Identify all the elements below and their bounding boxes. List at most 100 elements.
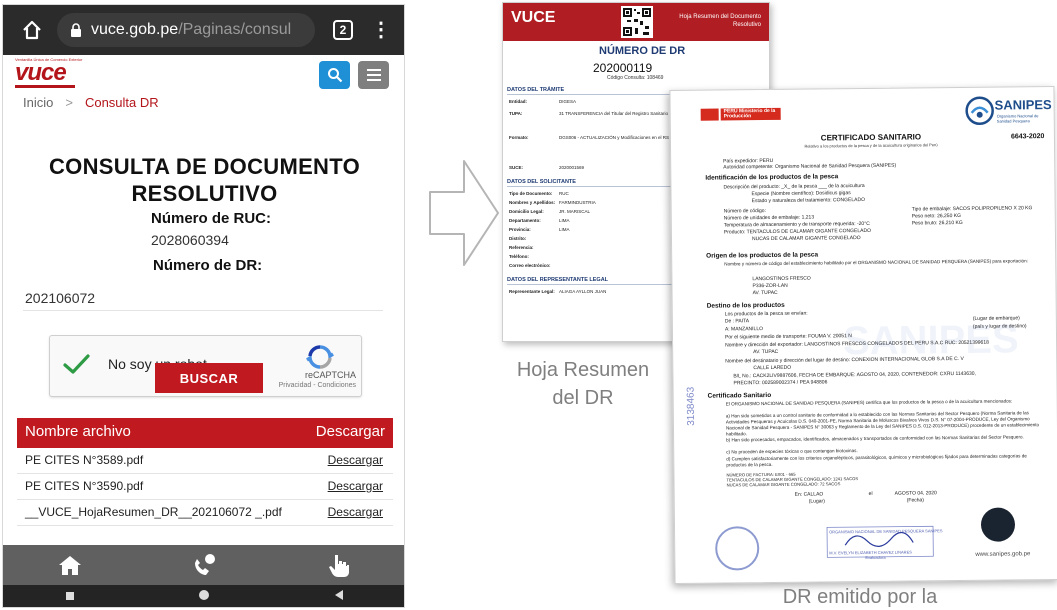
url-bar[interactable]: vuce.gob.pe /Paginas/consul <box>57 13 315 47</box>
fecha: AGOSTO 04, 2020 <box>894 490 937 497</box>
kv-label: Entidad: <box>509 99 527 104</box>
nucas: NUCAS DE CALAMAR GIGANTE CONGELADO: 72 S… <box>726 481 841 488</box>
autoridad: Autoridad competente: Organismo Nacional… <box>723 162 897 171</box>
kv-value: LIMA <box>559 218 570 223</box>
ruc-label: Número de RUC: <box>151 210 272 227</box>
buscar-button[interactable]: BUSCAR <box>155 363 263 393</box>
kv-label: Referencia: <box>509 245 534 250</box>
sanipes-seal-icon <box>980 507 1016 542</box>
kv-value: JR. MARISCAL <box>559 209 591 214</box>
logo-word: vuce <box>15 59 67 86</box>
url-host: vuce.gob.pe <box>91 21 179 38</box>
page-title-line2: RESOLUTIVO <box>131 181 278 206</box>
especie: Especie (Nombre científico): Dosidicus g… <box>751 190 851 198</box>
origen-text: Nombre y número de código del establecim… <box>724 258 1028 267</box>
kv-value: DGS006 - ACTUALIZACIÓN y Modificaciones … <box>559 135 670 140</box>
home-circle-icon[interactable] <box>198 588 210 606</box>
origen-code: P336-ZOR-LAN <box>752 282 788 290</box>
origen-est: LANGOSTINOS FRESCO <box>752 275 811 283</box>
caption-line2: del DR <box>552 387 614 409</box>
hand-pointer-icon[interactable] <box>326 553 352 577</box>
producto2: NUCAS DE CALAMAR GIGANTE CONGELADO <box>751 235 861 243</box>
checkmark-icon[interactable] <box>60 348 92 380</box>
section-3-title: Destino de los productos <box>706 301 785 310</box>
numero-dr-label: NÚMERO DE DR <box>599 45 686 57</box>
caption-hoja-resumen: Hoja Resumen del DR <box>493 356 673 412</box>
cert-subtitle: Relativo a los productos de la pesca y d… <box>804 142 938 149</box>
num-codigo: Número de código: <box>723 208 766 215</box>
side-stamp: 3138463 <box>685 386 697 426</box>
caption-line1: Hoja Resumen <box>516 359 650 381</box>
kv-departamento: Departamento: LIMA <box>509 218 570 223</box>
destino-env: Los productos de la pesca se envían: <box>724 310 808 318</box>
kv-tupa: TUPA: 31 TRANSFERENCIA del Titular del Re… <box>509 111 668 116</box>
android-system-bar <box>3 585 404 607</box>
recents-icon[interactable] <box>65 588 75 606</box>
destino-a: A: MANZANILLO <box>724 326 764 333</box>
tab-count-button[interactable]: 2 <box>333 20 353 40</box>
table-row: PE CITES N°3589.pdf Descargar <box>17 448 393 474</box>
section-1-title: Identificación de los productos de la pe… <box>705 173 839 182</box>
download-link[interactable]: Descargar <box>328 479 383 493</box>
recaptcha-logo-icon <box>304 344 336 370</box>
bl-number: B/L No.: CACK2LIV9887606, FECHA DE EMBAR… <box>733 370 976 380</box>
breadcrumb-current[interactable]: Consulta DR <box>85 95 159 110</box>
caption-certificado: DR emitido por la <box>782 586 938 608</box>
files-table-header: Nombre archivo Descargar <box>17 418 393 448</box>
cert-number: 6643-2020 <box>1010 133 1045 141</box>
col-nombre-archivo: Nombre archivo <box>25 423 131 440</box>
section-4-title: Certificado Sanitario <box>707 391 772 400</box>
kv-value: FARMINDUSTRIA <box>559 200 596 205</box>
ruc-input[interactable]: 2028060394 <box>151 232 229 248</box>
num-unidades: Número de unidades de embalaje: 1,213 <box>723 214 815 222</box>
overflow-menu-icon[interactable]: ⋮ <box>371 20 391 40</box>
estado: Estado y naturaleza del tratamiento: CON… <box>751 196 866 205</box>
home-icon[interactable] <box>57 553 83 577</box>
fecha-caption: (Fecha) <box>906 497 925 504</box>
kv-suce: SUCE: 2020001569 <box>509 165 584 170</box>
file-name: PE CITES N°3589.pdf <box>25 453 144 467</box>
vuce-logo[interactable]: Ventanilla Única de Comercio Exterior vu… <box>15 57 95 91</box>
kv-value: RUC <box>559 191 569 196</box>
phone-screenshot: vuce.gob.pe /Paginas/consul 2 ⋮ Ventanil… <box>2 4 405 608</box>
kv-label: Domicilio Legal: <box>509 209 544 214</box>
tipo-embalaje: Tipo de embalaje: SACOS POLIPROPILENO X … <box>911 205 1033 213</box>
kv-value: ALIAGA AYLLON JUAN <box>559 289 607 294</box>
back-icon[interactable] <box>334 588 344 606</box>
peso-bruto: Peso bruto: 26,210 KG <box>911 219 963 227</box>
peru-flag-icon <box>700 108 719 121</box>
file-name: __VUCE_HojaResumen_DR__202106072 _.pdf <box>25 505 282 519</box>
download-link[interactable]: Descargar <box>328 453 383 467</box>
menu-button[interactable] <box>358 61 389 89</box>
kv-representante: Representante Legal: ALIAGA AYLLON JUAN <box>509 289 606 294</box>
kv-correo: Correo electrónico: <box>509 263 559 268</box>
breadcrumb: Inicio > Consulta DR <box>23 95 159 110</box>
col-descargar: Descargar <box>315 423 385 440</box>
kv-distrito: Distrito: <box>509 236 559 241</box>
table-row: __VUCE_HojaResumen_DR__202106072 _.pdf D… <box>17 500 393 526</box>
home-icon[interactable] <box>19 17 45 43</box>
search-button[interactable] <box>319 61 350 89</box>
peso-neto: Peso neto: 26,250 KG <box>911 212 961 220</box>
qr-code-icon <box>621 6 653 38</box>
dr-input[interactable]: 202106072 <box>23 285 383 311</box>
breadcrumb-home[interactable]: Inicio <box>23 95 53 110</box>
lugar-en: En: CALLAO <box>794 491 824 498</box>
kv-label: Distrito: <box>509 236 527 241</box>
kv-tipo-doc: Tipo de Documento: RUC <box>509 191 569 196</box>
sanipes-logo-icon <box>965 96 994 126</box>
lock-icon <box>69 23 83 37</box>
cert-intro: El ORGANISMO NACIONAL DE SANIDAD PESQUER… <box>725 398 1013 407</box>
kv-value: LIMA <box>559 227 570 232</box>
transporte: Por el siguiente medio de transporte: FO… <box>724 333 852 341</box>
kv-label: Representante Legal: <box>509 289 555 294</box>
phone-call-icon[interactable] <box>191 553 217 577</box>
peru-ministerio-label: PERÚ Ministerio de la Producción <box>720 107 781 121</box>
page-title: CONSULTA DE DOCUMENTO RESOLUTIVO <box>3 153 404 207</box>
kv-label: TUPA: <box>509 111 523 116</box>
exportador-av: AV. TUPAC <box>753 348 779 356</box>
kv-entidad: Entidad: DIGESA <box>509 99 576 104</box>
kv-label: Provincia: <box>509 227 531 232</box>
url-path: /Paginas/consul <box>178 21 292 38</box>
download-link[interactable]: Descargar <box>328 505 383 519</box>
